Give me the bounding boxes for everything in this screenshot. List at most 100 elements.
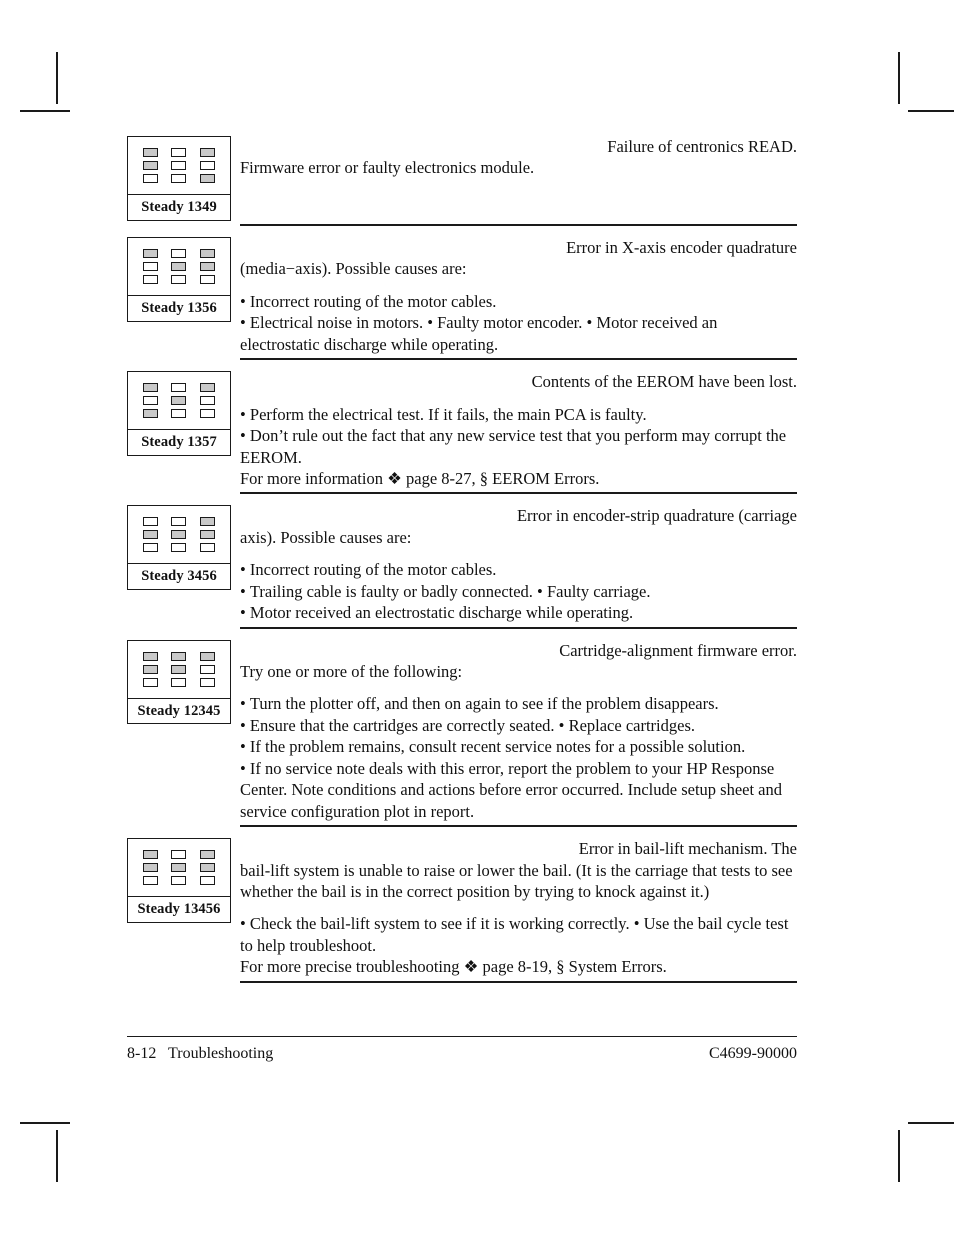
error-description: Contents of the EEROM have been lost. Per…: [240, 371, 797, 495]
led-status-panel: Steady 1357: [127, 371, 231, 456]
footer-part-number: C4699-90000: [709, 1045, 797, 1062]
led-indicator-off: [200, 396, 216, 406]
led-indicator-on: [171, 651, 187, 661]
crop-mark-bottom-right-vertical: [898, 1130, 900, 1182]
remedy-bullet: If no service note deals with this error…: [240, 758, 797, 822]
led-row: [128, 383, 230, 393]
error-lead-text: Firmware error or faulty electronics mod…: [240, 158, 535, 178]
led-row: [128, 530, 230, 540]
led-grid: [128, 372, 230, 429]
led-indicator-on: [200, 148, 216, 157]
led-indicator-off: [142, 517, 158, 527]
led-indicator-off: [142, 174, 158, 183]
error-lead-text: bail-lift system is unable to raise or l…: [240, 860, 793, 901]
led-indicator-off: [171, 876, 187, 886]
remedy-bullet: Incorrect routing of the motor cables.: [240, 291, 797, 312]
led-row: [128, 262, 230, 271]
led-grid: [128, 238, 230, 295]
error-entry: Steady 13456 Error in bail-lift mechanism…: [127, 838, 797, 983]
led-indicator-off: [200, 409, 216, 419]
led-row: [128, 651, 230, 661]
error-title: Error in X-axis encoder quadrature: [566, 238, 797, 257]
led-indicator-on: [200, 651, 216, 661]
led-indicator-off: [200, 876, 216, 886]
error-entry: Steady 1356 Error in X-axis encoder quadr…: [127, 237, 797, 361]
led-indicator-off: [171, 850, 187, 860]
led-row: [128, 543, 230, 553]
led-row: [128, 249, 230, 258]
led-indicator-off: [200, 275, 216, 284]
error-lead-text: Try one or more of the following:: [240, 662, 463, 681]
crop-mark-top-right-vertical: [898, 52, 900, 104]
led-indicator-off: [171, 275, 187, 284]
led-indicator-on: [142, 530, 158, 540]
error-entry: Steady 12345 Cartridge-alignment firmware…: [127, 639, 797, 828]
remedy-bullet: Trailing cable is faulty or badly connec…: [240, 581, 797, 602]
led-indicator-on: [171, 530, 187, 540]
crop-mark-top-right-horizontal: [908, 110, 954, 112]
led-indicator-on: [200, 517, 216, 527]
error-title: Error in encoder-strip quadrature (carri…: [516, 506, 797, 526]
led-indicator-off: [200, 543, 216, 553]
led-status-panel: Steady 13456: [127, 838, 231, 923]
error-description: Error in X-axis encoder quadrature (media…: [240, 237, 797, 361]
led-grid: [128, 641, 230, 698]
led-row: [128, 275, 230, 284]
error-code-label: Steady 12345: [128, 697, 230, 724]
led-row: [128, 863, 230, 873]
led-indicator-off: [142, 543, 158, 553]
led-indicator-on: [200, 249, 216, 258]
led-indicator-off: [171, 161, 187, 170]
error-entry: Steady 1349 Failure of centronics READ. Fi…: [127, 136, 797, 226]
led-indicator-off: [142, 262, 158, 271]
led-indicator-off: [171, 383, 187, 393]
led-indicator-off: [142, 677, 158, 687]
led-row: [128, 409, 230, 419]
crop-mark-top-left-horizontal: [20, 110, 70, 112]
led-indicator-on: [200, 863, 216, 873]
cross-reference: For more precise troubleshooting ❖ page …: [240, 957, 667, 977]
crop-mark-bottom-left-horizontal: [20, 1122, 70, 1124]
footer-page-section: 8-12 Troubleshooting: [127, 1045, 274, 1062]
led-indicator-off: [171, 249, 187, 258]
led-indicator-on: [171, 664, 187, 674]
led-indicator-on: [142, 148, 158, 157]
led-indicator-on: [200, 174, 216, 183]
led-indicator-on: [142, 161, 158, 170]
led-status-panel: Steady 3456: [127, 505, 231, 590]
entry-spacer: [240, 179, 797, 205]
remedy-bullet: Motor received an electrostatic discharg…: [240, 602, 797, 623]
led-row: [128, 517, 230, 527]
led-row: [128, 174, 230, 183]
error-code-label: Steady 1356: [128, 295, 230, 321]
remedy-bullet: Check the bail-lift system to see if it …: [240, 913, 797, 956]
error-code-table: Steady 1349 Failure of centronics READ. Fi…: [127, 136, 797, 994]
led-indicator-on: [142, 249, 158, 258]
remedy-bullet: If the problem remains, consult recent s…: [240, 736, 797, 757]
led-indicator-off: [142, 876, 158, 886]
led-indicator-on: [142, 850, 158, 860]
led-indicator-on: [171, 863, 187, 873]
led-indicator-on: [200, 850, 216, 860]
led-indicator-off: [142, 275, 158, 284]
error-code-label: Steady 13456: [128, 896, 230, 922]
led-indicator-on: [142, 664, 158, 674]
page-footer: 8-12 Troubleshooting C4699-90000: [127, 1036, 797, 1063]
remedy-bullet: Don’t rule out the fact that any new ser…: [240, 425, 797, 468]
led-status-panel: Steady 1356: [127, 237, 231, 322]
error-code-label: Steady 1357: [128, 429, 230, 455]
led-indicator-on: [142, 383, 158, 393]
led-indicator-on: [142, 863, 158, 873]
error-description: Error in encoder-strip quadrature (carri…: [240, 505, 797, 629]
error-title: Contents of the EEROM have been lost.: [531, 372, 797, 392]
error-title: Error in bail-lift mechanism. The: [578, 839, 797, 859]
remedy-bullet: Perform the electrical test. If it fails…: [240, 404, 797, 425]
error-description: Cartridge-alignment firmware error. Try o…: [240, 640, 797, 828]
led-indicator-on: [171, 396, 187, 406]
led-indicator-on: [142, 651, 158, 661]
